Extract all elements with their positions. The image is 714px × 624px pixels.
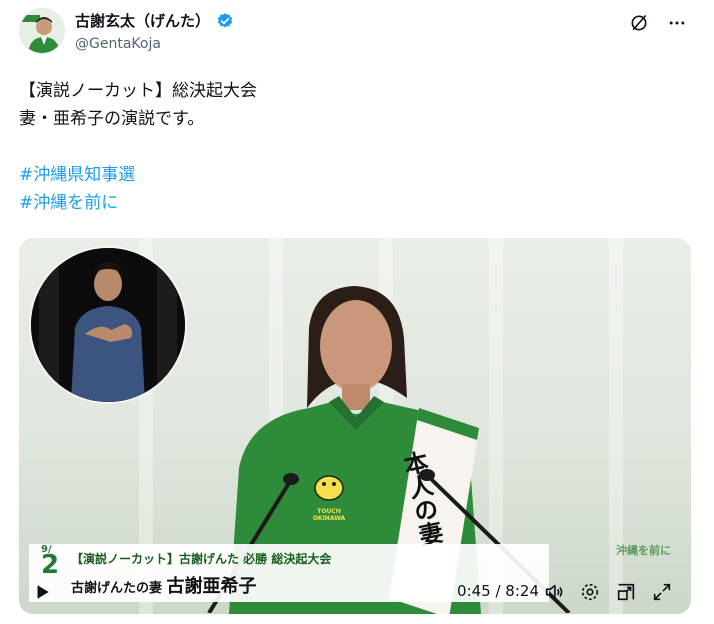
grok-icon[interactable] [628, 12, 650, 34]
post-line-1: 【演説ノーカット】総決起大会 [19, 81, 257, 101]
sign-language-inset [29, 246, 187, 404]
video-player[interactable]: 沖縄を前に 本人の妻 TOUCH OKINAWA 9/ 2 【演説ノーカット】古… [19, 238, 691, 614]
post-text: 【演説ノーカット】総決起大会 妻・亜希子の演説です。 #沖縄県知事選 #沖縄を前… [19, 77, 257, 217]
author-name-row: 古謝玄太（げんた） [75, 10, 234, 31]
hashtag-link[interactable]: #沖縄県知事選 [19, 161, 257, 189]
settings-icon[interactable] [579, 581, 601, 603]
more-icon[interactable] [666, 12, 688, 34]
fullscreen-icon[interactable] [651, 581, 673, 603]
avatar[interactable] [19, 8, 65, 54]
verified-badge-icon [217, 12, 233, 28]
author-handle[interactable]: @GentaKoja [75, 36, 161, 52]
header-actions [628, 12, 688, 34]
display-name[interactable]: 古謝玄太（げんた） [75, 10, 210, 31]
volume-icon[interactable] [543, 581, 565, 603]
hashtag-link[interactable]: #沖縄を前に [19, 189, 257, 217]
picture-in-picture-icon[interactable] [615, 581, 637, 603]
play-icon[interactable] [33, 583, 51, 601]
post-line-2: 妻・亜希子の演説です。 [19, 109, 205, 129]
caption-title: 【演説ノーカット】古謝げんた 必勝 総決起大会 [71, 552, 332, 566]
video-control-icons [543, 581, 673, 603]
video-time: 0:45 / 8:24 [457, 582, 539, 600]
